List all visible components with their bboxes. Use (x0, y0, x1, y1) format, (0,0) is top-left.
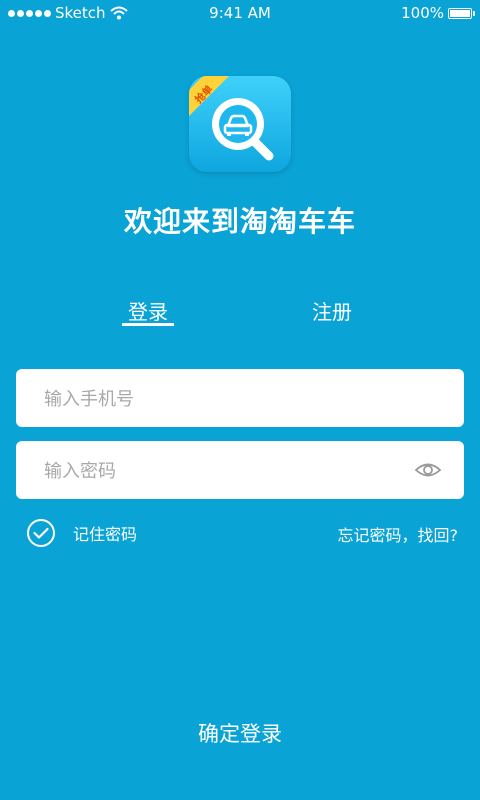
check-circle-icon[interactable] (26, 518, 56, 548)
confirm-login-button[interactable]: 确定登录 (0, 718, 480, 748)
tab-register[interactable]: 注册 (292, 296, 372, 325)
phone-input[interactable] (42, 369, 406, 429)
remember-label: 记住密码 (73, 525, 138, 544)
battery-percent: 100% (401, 4, 444, 22)
password-field (16, 441, 464, 501)
tab-active-underline (122, 323, 174, 326)
status-right: 100% (401, 4, 475, 22)
welcome-title: 欢迎来到淘淘车车 (123, 205, 356, 238)
status-bar: Sketch 9:41 AM 100% (0, 0, 480, 26)
remember-password[interactable]: 记住密码 (26, 518, 137, 548)
battery-icon (448, 7, 475, 19)
app-logo: 抢单 (189, 76, 291, 172)
phone-field (16, 369, 464, 429)
battery-fill (450, 9, 470, 17)
tab-login[interactable]: 登录 (108, 296, 188, 325)
forgot-password-link[interactable]: 忘记密码，找回? (338, 522, 459, 546)
eye-icon[interactable] (414, 458, 442, 482)
password-input[interactable] (42, 441, 406, 501)
